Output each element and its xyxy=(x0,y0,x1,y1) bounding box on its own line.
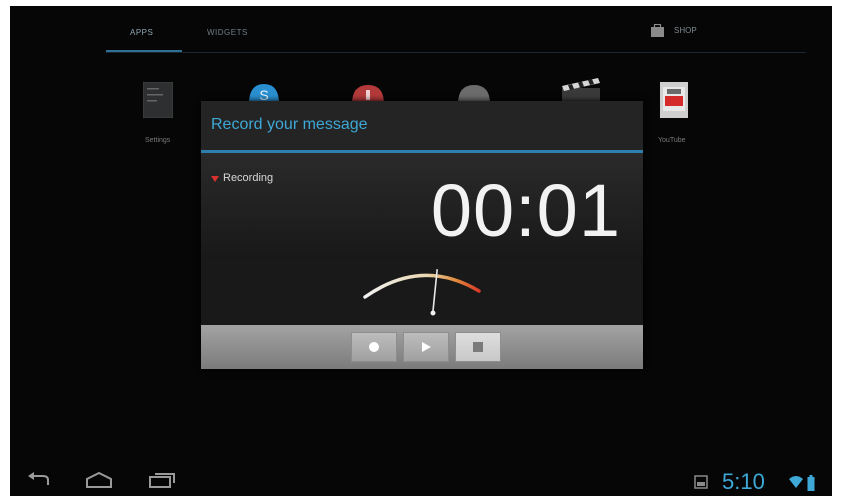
recording-status-label: Recording xyxy=(223,172,274,184)
shop-button[interactable]: SHOP xyxy=(650,24,697,37)
clapperboard-icon xyxy=(562,78,600,102)
app-settings-label: Settings xyxy=(145,137,171,144)
stop-icon xyxy=(473,342,483,352)
app-youtube[interactable] xyxy=(660,82,688,123)
stop-button[interactable] xyxy=(455,332,501,362)
dialog-title: Record your message xyxy=(211,116,368,133)
wifi-icon xyxy=(789,476,803,488)
recording-panel: Recording 00:01 xyxy=(201,153,643,261)
record-dialog: Record your message Recording 00:01 xyxy=(201,101,643,369)
tab-widgets[interactable]: WIDGETS xyxy=(207,28,248,37)
app-settings[interactable] xyxy=(142,81,174,123)
app-youtube-label: YouTube xyxy=(658,137,686,144)
system-navigation-bar: 5:10 xyxy=(10,466,832,496)
gallery-icon xyxy=(694,475,708,489)
playback-controls xyxy=(201,325,643,369)
record-icon xyxy=(369,342,379,352)
shop-bag-icon xyxy=(651,24,664,37)
tab-divider xyxy=(106,52,806,53)
recent-apps-icon[interactable] xyxy=(148,472,176,488)
tablet-screen: APPS WIDGETS SHOP Settings S YouTube Rec… xyxy=(10,6,832,496)
launcher-tab-bar: APPS WIDGETS SHOP xyxy=(10,6,832,56)
status-clock: 5:10 xyxy=(722,469,765,494)
play-icon xyxy=(422,342,431,352)
home-icon[interactable] xyxy=(84,472,114,488)
vu-meter-pivot xyxy=(430,310,436,316)
recording-timer: 00:01 xyxy=(430,169,621,252)
play-button[interactable] xyxy=(403,332,449,362)
record-button[interactable] xyxy=(351,332,397,362)
recording-indicator-icon xyxy=(211,176,219,182)
back-icon[interactable] xyxy=(26,472,52,488)
tab-apps[interactable]: APPS xyxy=(130,28,153,37)
vu-meter xyxy=(363,269,481,316)
level-meter-area xyxy=(201,261,643,325)
settings-icon xyxy=(142,81,174,119)
vu-meter-scale xyxy=(363,273,481,299)
shop-label: SHOP xyxy=(674,26,697,35)
youtube-icon xyxy=(660,82,688,118)
battery-icon xyxy=(807,475,815,491)
